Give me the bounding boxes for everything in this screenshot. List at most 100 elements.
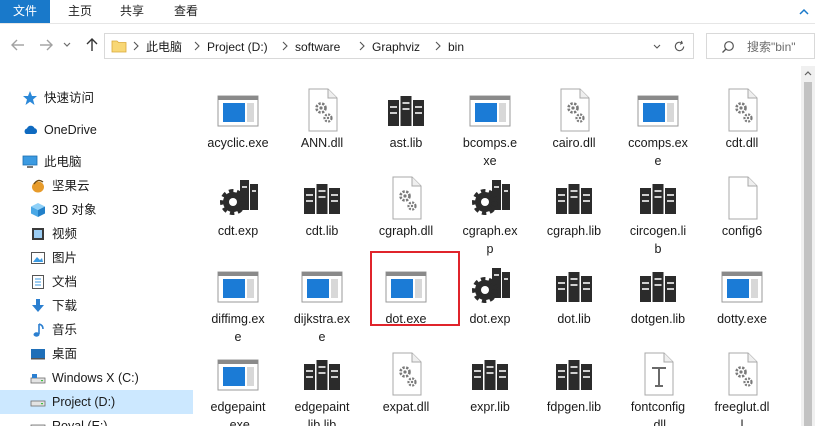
lib-file-icon: [304, 184, 340, 214]
lib-file-icon: [556, 272, 592, 302]
nav-item-this-pc[interactable]: 此电脑: [0, 150, 193, 174]
nav-item-pictures[interactable]: 图片: [0, 246, 193, 270]
forward-arrow-icon[interactable]: [38, 37, 54, 53]
lib-file-icon: [304, 360, 340, 390]
dll-file-icon: [728, 352, 758, 396]
search-placeholder: 搜索"bin": [747, 40, 796, 54]
nav-item-drive-e[interactable]: Royal (E:): [0, 414, 193, 426]
file-name-label: dotgen.lib: [630, 312, 686, 326]
breadcrumb-bin[interactable]: bin: [448, 38, 464, 56]
address-bar[interactable]: 此电脑 Project (D:) software Graphviz bin: [104, 33, 667, 59]
file-item[interactable]: dot.lib: [532, 250, 616, 338]
nav-item-drive-d[interactable]: Project (D:): [0, 390, 193, 414]
breadcrumb-separator-icon: [133, 41, 139, 51]
nav-item-downloads[interactable]: 下载: [0, 294, 193, 318]
nav-label: 下载: [52, 299, 78, 313]
recent-locations-chevron-icon[interactable]: [62, 37, 72, 53]
star-icon: [23, 91, 37, 105]
file-item[interactable]: ANN.dll: [280, 74, 364, 162]
file-name-label: dot.lib: [557, 312, 591, 326]
navigation-pane: 快速访问 OneDrive 此电脑 坚果云 3D 对象 视频 图片 文档 下载 …: [0, 66, 196, 426]
lib-file-icon: [388, 96, 424, 126]
dll-file-icon: [392, 176, 422, 220]
file-item[interactable]: diffimg.ex e: [196, 250, 280, 344]
vertical-scrollbar[interactable]: [801, 66, 815, 426]
file-item[interactable]: freeglut.dl l: [700, 338, 784, 426]
exe-file-icon: [469, 95, 511, 127]
file-item[interactable]: dotgen.lib: [616, 250, 700, 338]
file-item[interactable]: expr.lib: [448, 338, 532, 426]
back-arrow-icon[interactable]: [10, 37, 26, 53]
music-icon: [33, 323, 44, 337]
file-item[interactable]: cgraph.lib: [532, 162, 616, 250]
scrollbar-thumb[interactable]: [804, 82, 812, 426]
file-item[interactable]: edgepaint .exe: [196, 338, 280, 426]
refresh-button[interactable]: [666, 33, 694, 59]
file-item[interactable]: ast.lib: [364, 74, 448, 162]
dll-file-icon: [560, 88, 590, 132]
file-name-label: freeglut.dl l: [714, 400, 770, 426]
blank-file-icon: [728, 176, 758, 220]
file-name-label: cgraph.dll: [378, 224, 434, 238]
file-item[interactable]: circogen.li b: [616, 162, 700, 256]
pictures-icon: [31, 252, 45, 264]
nav-item-jianguoyun[interactable]: 坚果云: [0, 174, 193, 198]
file-item[interactable]: cdt.dll: [700, 74, 784, 162]
file-item[interactable]: ccomps.ex e: [616, 74, 700, 168]
drive-icon: [30, 374, 46, 384]
nav-label: 坚果云: [52, 179, 90, 193]
file-name-label: cairo.dll: [552, 136, 596, 150]
breadcrumb-separator-icon: [282, 41, 288, 51]
file-list-view: acyclic.exe ANN.dll ast.lib bcomps.e xe cairo…: [196, 66, 801, 426]
ribbon-expand-chevron-icon[interactable]: [797, 5, 811, 19]
file-item[interactable]: cgraph.dll: [364, 162, 448, 250]
file-item[interactable]: fontconfig .dll: [616, 338, 700, 426]
tab-home[interactable]: 主页: [58, 0, 102, 23]
address-history-chevron-icon[interactable]: [652, 42, 662, 52]
nav-item-3d-objects[interactable]: 3D 对象: [0, 198, 193, 222]
file-item[interactable]: bcomps.e xe: [448, 74, 532, 168]
file-item[interactable]: cdt.lib: [280, 162, 364, 250]
nav-item-quick-access[interactable]: 快速访问: [0, 86, 193, 110]
file-item[interactable]: config6: [700, 162, 784, 250]
exp-file-icon: [220, 180, 258, 215]
breadcrumb-this-pc[interactable]: 此电脑: [146, 38, 182, 56]
lib-file-icon: [556, 360, 592, 390]
nav-item-music[interactable]: 音乐: [0, 318, 193, 342]
nav-item-documents[interactable]: 文档: [0, 270, 193, 294]
file-item[interactable]: expat.dll: [364, 338, 448, 426]
file-item[interactable]: acyclic.exe: [196, 74, 280, 162]
breadcrumb-project-drive[interactable]: Project (D:): [207, 38, 268, 56]
search-icon: [722, 41, 734, 53]
breadcrumb-software[interactable]: software: [295, 38, 340, 56]
file-item[interactable]: cgraph.ex p: [448, 162, 532, 256]
computer-icon: [22, 155, 38, 168]
file-item[interactable]: edgepaint lib.lib: [280, 338, 364, 426]
tab-view[interactable]: 查看: [164, 0, 208, 23]
cloud-icon: [24, 125, 38, 134]
file-name-label: fdpgen.lib: [546, 400, 602, 414]
scroll-up-arrow-icon[interactable]: [804, 70, 812, 76]
file-item[interactable]: cairo.dll: [532, 74, 616, 162]
exe-file-icon: [217, 359, 259, 391]
nav-item-onedrive[interactable]: OneDrive: [0, 118, 193, 142]
file-name-label: expr.lib: [470, 400, 510, 414]
nav-label: Windows X (C:): [52, 371, 139, 385]
up-arrow-icon[interactable]: [84, 37, 100, 53]
search-field[interactable]: 搜索"bin": [706, 33, 815, 59]
tab-share[interactable]: 共享: [110, 0, 154, 23]
file-name-label: cgraph.lib: [546, 224, 602, 238]
nav-item-desktop[interactable]: 桌面: [0, 342, 193, 366]
breadcrumb-graphviz[interactable]: Graphviz: [372, 38, 420, 56]
file-item[interactable]: dijkstra.ex e: [280, 250, 364, 344]
file-item[interactable]: dotty.exe: [700, 250, 784, 338]
tab-file[interactable]: 文件: [0, 0, 50, 23]
file-item[interactable]: cdt.exp: [196, 162, 280, 250]
nav-item-drive-c[interactable]: Windows X (C:): [0, 366, 193, 390]
breadcrumb-separator-icon: [435, 41, 441, 51]
nav-item-videos[interactable]: 视频: [0, 222, 193, 246]
file-item[interactable]: fdpgen.lib: [532, 338, 616, 426]
file-item[interactable]: dot.exp: [448, 250, 532, 338]
ribbon-tab-bar: 文件 主页 共享 查看: [0, 0, 815, 24]
nav-label: 音乐: [52, 323, 78, 337]
